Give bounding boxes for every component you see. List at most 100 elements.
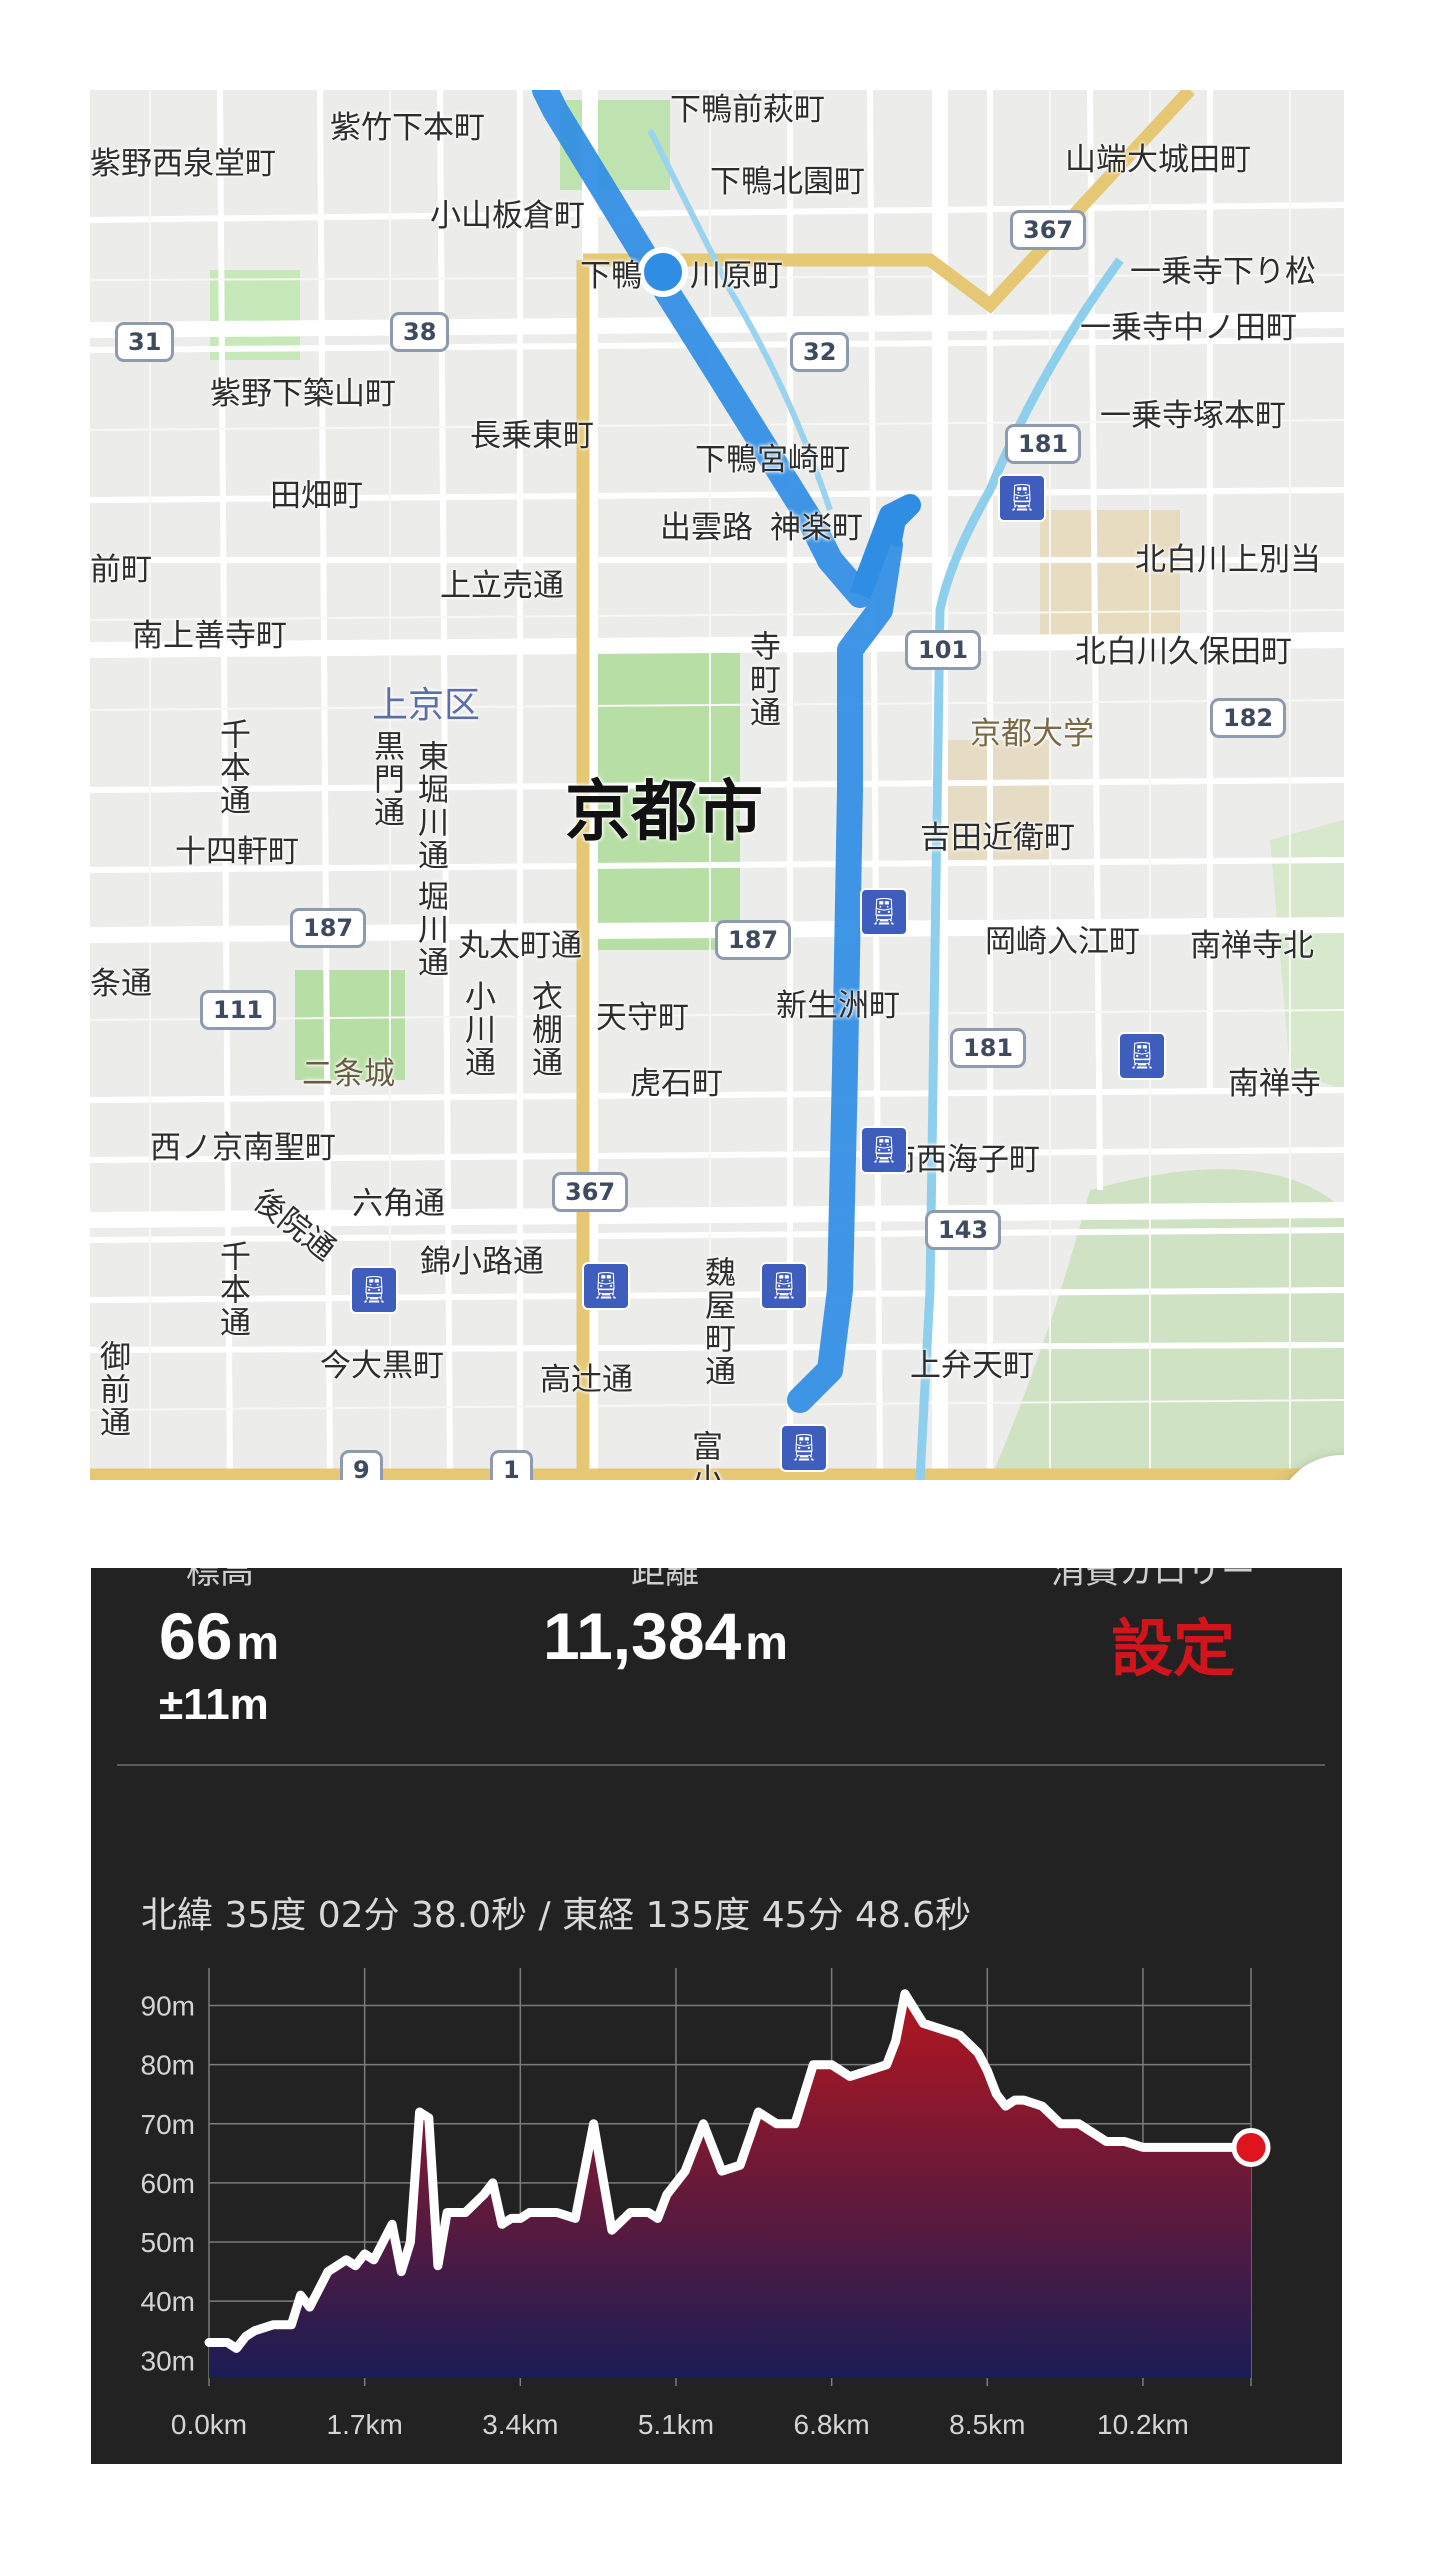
map-street-label: 寺町通 (744, 630, 780, 729)
map-place-label: 天守町 (596, 1000, 689, 1036)
x-axis-ticks: 0.0km 1.7km 3.4km 5.1km 6.8km 8.5km 10.2km (171, 2409, 1189, 2440)
route-shield: 38 (390, 312, 450, 352)
train-station-icon: 🚆︎ (760, 1262, 808, 1310)
distance-value: 11,384m (543, 1598, 788, 1674)
map-place-label: 山端大城田町 (1065, 142, 1251, 178)
x-tick-label: 0.0km (171, 2409, 247, 2440)
route-shield: 187 (715, 920, 792, 960)
route-shield: 1 (490, 1450, 533, 1480)
map-street-label: 堀川通 (412, 880, 448, 979)
map-place-label: 出雲路 (660, 510, 753, 546)
route-shield: 143 (925, 1210, 1002, 1250)
route-shield: 367 (1010, 210, 1087, 250)
map-place-label: 南上善寺町 (132, 618, 287, 654)
map-place-label: 下鴨 (580, 258, 642, 294)
x-tick-label: 1.7km (327, 2409, 403, 2440)
elevation-value: 66m (159, 1598, 279, 1674)
map-street-label: 小川通 (459, 980, 495, 1079)
y-tick-label: 70m (141, 2109, 195, 2140)
calories-setting-button[interactable]: 設定 (1111, 1598, 1235, 1688)
map-place-label: 富小 (686, 1430, 722, 1480)
y-axis-ticks: 90m 80m 70m 60m 50m 40m 30m (141, 1991, 195, 2377)
map-place-label: 長乗東町 (470, 418, 594, 454)
map-place-label: 一乗寺塚本町 (1100, 398, 1286, 434)
train-station-icon: 🚆︎ (860, 888, 908, 936)
map-place-label: 下鴨前萩町 (670, 92, 825, 128)
y-tick-label: 90m (141, 1991, 195, 2022)
map-place-label: 北白川上別当 (1135, 542, 1321, 578)
map-place-label: 下鴨北園町 (710, 164, 865, 200)
route-shield: 182 (1210, 698, 1287, 738)
map-place-label: 吉田近衛町 (920, 820, 1075, 856)
x-tick-label: 10.2km (1097, 2409, 1189, 2440)
train-station-icon: 🚆︎ (1118, 1032, 1166, 1080)
route-shield: 101 (905, 630, 982, 670)
train-station-icon: 🚆︎ (998, 474, 1046, 522)
y-tick-label: 50m (141, 2227, 195, 2258)
route-shield: 111 (200, 990, 277, 1030)
map-place-label: 小山板倉町 (430, 198, 585, 234)
train-station-icon: 🚆︎ (350, 1266, 398, 1314)
distance-label: 距離 (631, 1568, 699, 1592)
map-place-label: 紫竹下本町 (330, 110, 485, 146)
map-place-label: 南西海子町 (885, 1142, 1040, 1178)
y-tick-label: 30m (141, 2345, 195, 2376)
map-place-label: 川原町 (690, 258, 783, 294)
map-street-label: 丸太町通 (458, 928, 582, 964)
map-place-label: 神楽町 (770, 510, 863, 546)
route-shield: 181 (1005, 424, 1082, 464)
map-street-label: 魏屋町通 (699, 1256, 735, 1388)
map-street-label: 六角通 (352, 1186, 445, 1222)
map-place-label: 上弁天町 (910, 1348, 1034, 1384)
elevation-chart: 90m 80m 70m 60m 50m 40m 30m 0.0km 1.7km 3.4km 5.1… (141, 1968, 1271, 2440)
map-place-label: 二条城 (302, 1056, 395, 1092)
y-tick-label: 40m (141, 2286, 195, 2317)
map-place-label: 西ノ京南聖町 (150, 1130, 336, 1166)
map-street-label: 高辻通 (540, 1362, 633, 1398)
map-city-label: 京都市 (565, 773, 763, 850)
map-place-label: 紫野下築山町 (210, 376, 396, 412)
map-place-label: 京都大学 (970, 716, 1094, 752)
map-place-label: 今大黒町 (320, 1348, 444, 1384)
map-street-label: 御前通 (94, 1340, 130, 1439)
train-station-icon: 🚆︎ (582, 1262, 630, 1310)
divider (117, 1764, 1325, 1766)
map-place-label: 上立売通 (440, 568, 564, 604)
x-tick-label: 6.8km (794, 2409, 870, 2440)
map-street-label: 錦小路通 (420, 1244, 544, 1280)
map-place-label: 新生洲町 (776, 988, 900, 1024)
coordinates-readout: 北緯 35度 02分 38.0秒 / 東経 135度 45分 48.6秒 (141, 1895, 972, 1936)
map-street-label: 黒門通 (368, 730, 404, 829)
train-station-icon: 🚆︎ (780, 1424, 828, 1472)
map-place-label: 南禅寺 (1228, 1066, 1321, 1102)
map-place-label: 下鴨宮崎町 (695, 442, 850, 478)
map-place-label: 南禅寺北 (1190, 928, 1314, 964)
map-place-label: 岡崎入江町 (985, 924, 1140, 960)
elevation-unit: m (236, 1617, 280, 1670)
map-street-label: 条通 (90, 966, 152, 1002)
y-tick-label: 60m (141, 2168, 195, 2199)
route-shield: 31 (115, 322, 175, 362)
map-view[interactable]: 紫竹下本町 紫野西泉堂町 小山板倉町 下鴨前萩町 下鴨北園町 下鴨 川原町 山端… (90, 90, 1344, 1480)
route-shield: 367 (552, 1172, 629, 1212)
distance-number: 11,384 (543, 1599, 742, 1673)
map-street-label: 千本通 (214, 1240, 250, 1339)
map-place-label: 田畑町 (270, 478, 363, 514)
y-tick-label: 80m (141, 2050, 195, 2081)
stats-panel: 標高 66m ±11m 距離 11,384m 消費カロリー 設定 北緯 35度 … (91, 1568, 1342, 2464)
x-tick-label: 8.5km (949, 2409, 1025, 2440)
map-place-label: 前町 (90, 552, 152, 588)
distance-unit: m (745, 1617, 788, 1670)
map-place-label: 一乗寺中ノ田町 (1080, 310, 1297, 346)
elevation-label: 標高 (186, 1568, 254, 1592)
route-shield: 9 (340, 1450, 383, 1480)
calories-label: 消費カロリー (1051, 1568, 1255, 1592)
map-street-label: 千本通 (214, 718, 250, 817)
train-station-icon: 🚆︎ (860, 1126, 908, 1174)
route-shield: 187 (290, 908, 367, 948)
elevation-number: 66 (159, 1599, 233, 1673)
map-ward-label: 上京区 (372, 685, 481, 726)
current-position-marker (1231, 2127, 1271, 2167)
map-place-label: 北白川久保田町 (1075, 634, 1292, 670)
route-shield: 181 (950, 1028, 1027, 1068)
